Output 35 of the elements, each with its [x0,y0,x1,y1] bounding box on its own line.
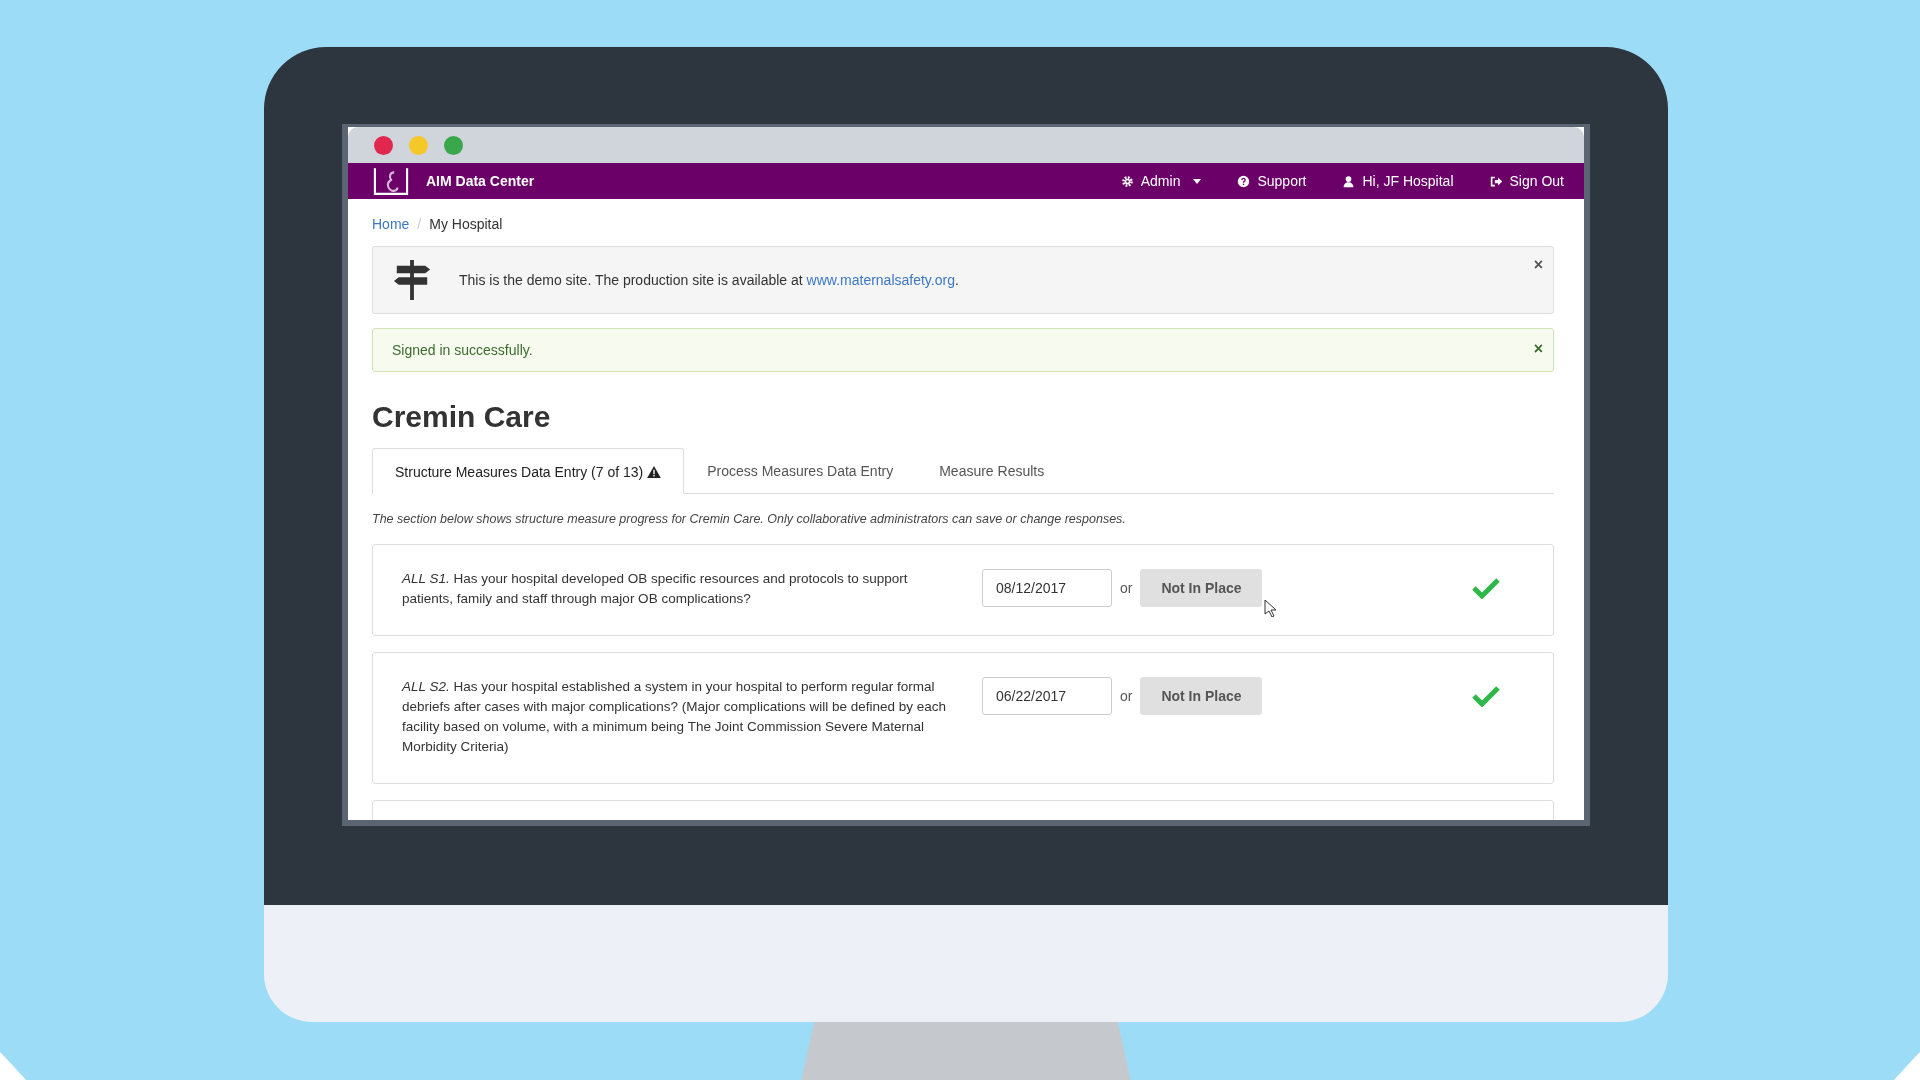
alert-message: This is the demo site. The production site is available at www.maternalsafety.org. [459,272,959,288]
or-label: or [1120,580,1133,596]
section-note: The section below shows structure measure progress for Cremin Care. Only collaborative administrators can save or change responses. [372,512,1127,526]
breadcrumb-current: My Hospital [429,216,503,232]
signpost-icon [393,259,431,301]
page-heading: Cremin Care [372,400,552,434]
close-button[interactable]: × [1533,257,1543,273]
date-field[interactable]: 06/22/2017 [982,677,1112,715]
measure-question: ALL S1. Has your hospital developed OB specific resources and protocols to support patients, family and staff through major OB complications? [402,570,909,608]
logo-icon [372,166,410,196]
nav-link[interactable]: Hi, JF Hospital [1342,173,1454,189]
tab[interactable]: Measure Results [916,448,1068,493]
not-in-place-button[interactable]: Not In Place [1140,677,1263,715]
measure-question: ALL S2. Has your hospital established a system in your hospital to perform regular formal debriefs after cases with major complications? (Major complications will be defined by each facility based on volume, with a minimum being The Joint Commission Severe Maternal Morbidity Criteria) [402,678,947,756]
not-in-place-button[interactable]: Not In Place [1140,569,1263,607]
tab[interactable]: Process Measures Data Entry [684,448,917,493]
alert-message: Signed in successfully. [392,342,533,358]
window-control[interactable] [374,135,393,155]
window-control[interactable] [444,135,463,155]
sign-out-icon [1489,174,1503,188]
or-label: or [1120,688,1133,704]
close-button[interactable]: × [1533,341,1543,357]
breadcrumb-link[interactable]: Home [372,216,410,232]
breadcrumb-separator: / [417,216,422,232]
nav-link[interactable]: Sign Out [1489,173,1564,189]
tab[interactable]: Structure Measures Data Entry (7 of 13) [372,448,685,494]
user-icon [1342,174,1356,188]
site-link[interactable]: www.maternalsafety.org [806,272,955,288]
brand-name[interactable]: AIM Data Center [426,173,535,189]
help-icon [1237,174,1251,188]
settings-icon [1120,174,1134,188]
date-field[interactable]: 08/12/2017 [982,569,1112,607]
nav-link[interactable]: Support [1237,173,1307,189]
nav-link[interactable]: Admin [1120,173,1202,189]
mouse-pointer-icon [1264,599,1277,617]
